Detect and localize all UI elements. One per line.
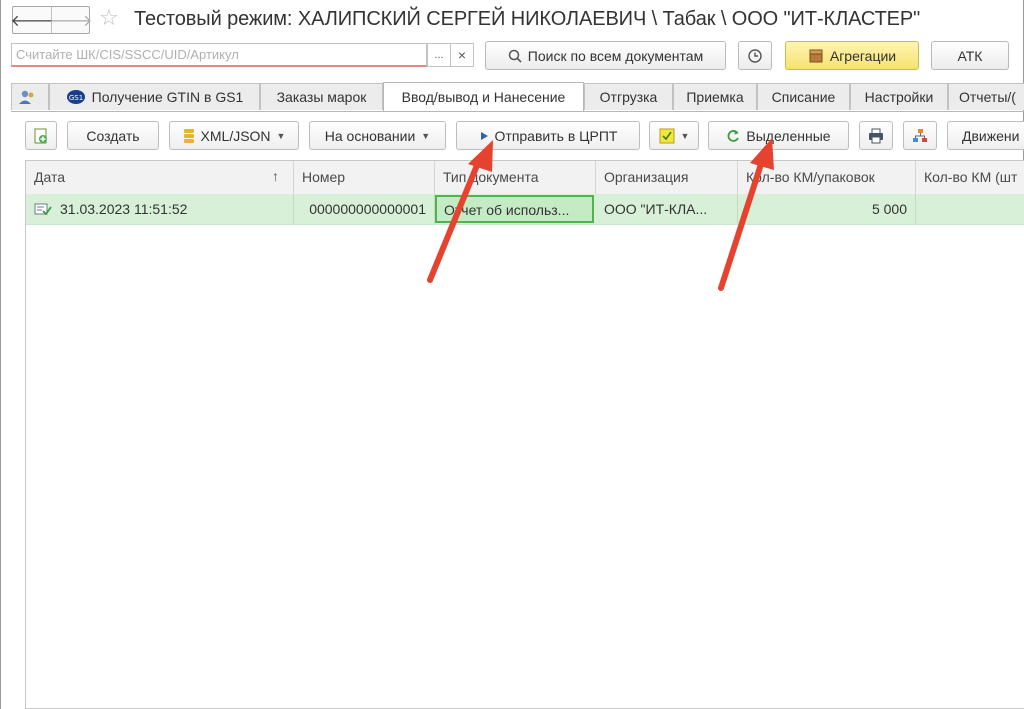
title-bar: 🡐 🡒 ☆ Тестовый режим: ХАЛИПСКИЙ СЕРГЕЙ Н… (1, 0, 1024, 40)
tab-gtin-gs1[interactable]: GS1 Получение GTIN в GS1 (49, 83, 260, 110)
cell-date: 31.03.2023 11:51:52 (26, 194, 294, 224)
column-number-label: Номер (302, 169, 346, 185)
clear-icon: × (457, 47, 467, 63)
send-crpt-label: Отправить в ЦРПТ (494, 127, 618, 144)
movement-label: Движени (962, 127, 1020, 144)
tab-reports-label: Отчеты/( (959, 89, 1016, 105)
search-icon (508, 49, 522, 63)
table-header: Дата ↑ Номер Тип документа Организация К… (26, 161, 1024, 195)
back-button[interactable]: 🡐 (10, 7, 54, 33)
tab-reports[interactable]: Отчеты/( (948, 83, 1024, 110)
chevron-down-icon: ▼ (421, 130, 431, 141)
select-button-label: ... (434, 49, 444, 61)
select-button[interactable]: ... (427, 43, 451, 67)
app-window: 🡐 🡒 ☆ Тестовый режим: ХАЛИПСКИЙ СЕРГЕЙ Н… (0, 0, 1024, 709)
users-icon (19, 90, 34, 104)
favorite-star-icon[interactable]: ☆ (99, 6, 119, 30)
database-icon (183, 128, 194, 143)
selected-label: Выделенные (746, 127, 831, 144)
tab-receiving-label: Приемка (686, 89, 744, 105)
printer-icon (869, 128, 883, 143)
tab-shipment-label: Отгрузка (599, 89, 658, 105)
tab-input-output[interactable]: Ввод/вывод и Нанесение (383, 82, 584, 111)
atk-label: АТК (957, 47, 983, 64)
hierarchy-icon (913, 128, 927, 142)
play-icon (480, 131, 488, 140)
cell-number-value: 000000000000001 (309, 201, 426, 217)
cell-type[interactable]: Отчет об использ... (435, 195, 594, 223)
window-title: Тестовый режим: ХАЛИПСКИЙ СЕРГЕЙ НИКОЛАЕ… (134, 8, 921, 30)
cell-km-packs-value: 5 000 (871, 201, 907, 217)
chevron-down-icon: ▼ (276, 130, 286, 141)
box-icon (809, 49, 823, 62)
aggregation-label: Агрегации (829, 47, 897, 64)
column-type-label: Тип документа (443, 169, 539, 185)
tab-orders[interactable]: Заказы марок (260, 83, 383, 110)
svg-text:GS1: GS1 (68, 94, 82, 102)
documents-table: Дата ↑ Номер Тип документа Организация К… (25, 160, 1024, 709)
history-icon (748, 48, 762, 63)
chevron-down-icon: ▼ (680, 130, 690, 141)
arrow-right-icon: 🡒 (49, 12, 93, 30)
column-header-date[interactable]: Дата ↑ (26, 161, 294, 194)
posted-document-icon (34, 203, 52, 216)
column-header-organization[interactable]: Организация (596, 161, 738, 194)
based-on-button[interactable]: На основании ▼ (309, 121, 446, 150)
scan-input[interactable] (11, 43, 427, 67)
tab-gtin-gs1-label: Получение GTIN в GS1 (91, 89, 244, 105)
tab-orders-label: Заказы марок (276, 89, 367, 105)
tab-users[interactable] (11, 83, 49, 110)
checklist-icon (659, 128, 675, 143)
tab-shipment[interactable]: Отгрузка (584, 83, 673, 110)
sort-ascending-icon: ↑ (272, 168, 279, 184)
cell-organization-value: ООО "ИТ-КЛА... (604, 201, 708, 217)
movement-button[interactable]: Движени (947, 121, 1024, 150)
column-header-type[interactable]: Тип документа (435, 161, 596, 194)
column-date-label: Дата (34, 169, 66, 185)
tab-settings-label: Настройки (864, 89, 934, 105)
arrow-left-icon: 🡐 (10, 12, 54, 30)
tab-input-output-label: Ввод/вывод и Нанесение (401, 89, 566, 105)
send-crpt-button[interactable]: Отправить в ЦРПТ (456, 121, 640, 150)
clear-button[interactable]: × (450, 43, 474, 67)
checklist-button[interactable]: ▼ (649, 121, 699, 150)
cell-organization: ООО "ИТ-КЛА... (596, 194, 738, 224)
based-on-label: На основании (324, 127, 416, 144)
document-add-icon (34, 128, 47, 143)
refresh-icon (727, 129, 740, 142)
forward-button[interactable]: 🡒 (49, 7, 93, 33)
search-all-label: Поиск по всем документам (527, 47, 704, 64)
tab-writeoff[interactable]: Списание (757, 83, 850, 110)
column-header-number[interactable]: Номер (294, 161, 435, 194)
gs1-logo-icon: GS1 (66, 90, 85, 104)
create-label: Создать (86, 127, 140, 144)
atk-button[interactable]: АТК (931, 41, 1009, 70)
table-row[interactable]: 31.03.2023 11:51:52 000000000000001 Отче… (26, 194, 1024, 225)
column-header-km-packs[interactable]: Кол-во КМ/упаковок (738, 161, 916, 194)
cell-number: 000000000000001 (294, 194, 435, 224)
cell-km-packs: 5 000 (738, 194, 916, 224)
column-km-pcs-label: Кол-во КМ (шт (924, 169, 1018, 185)
cell-km-pcs (916, 194, 1024, 224)
xml-json-label: XML/JSON (200, 127, 271, 144)
cell-date-value: 31.03.2023 11:51:52 (60, 201, 188, 217)
search-all-button[interactable]: Поиск по всем документам (485, 41, 726, 70)
aggregation-button[interactable]: Агрегации (785, 41, 919, 70)
cell-type-value: Отчет об использ... (444, 202, 570, 218)
nav-buttons: 🡐 🡒 (10, 6, 93, 34)
tab-writeoff-label: Списание (771, 89, 836, 105)
print-button[interactable] (859, 121, 893, 150)
create-button[interactable]: Создать (67, 121, 159, 150)
column-km-packs-label: Кол-во КМ/упаковок (746, 169, 875, 185)
column-organization-label: Организация (604, 169, 689, 185)
column-header-km-pcs[interactable]: Кол-во КМ (шт (916, 161, 1024, 194)
xml-json-button[interactable]: XML/JSON ▼ (169, 121, 299, 150)
structure-button[interactable] (903, 121, 937, 150)
tab-receiving[interactable]: Приемка (673, 83, 757, 110)
add-document-button[interactable] (25, 121, 57, 150)
history-button[interactable] (738, 41, 772, 70)
tab-bar: GS1 Получение GTIN в GS1 Заказы марок Вв… (11, 82, 1024, 112)
selected-button[interactable]: Выделенные (708, 121, 849, 150)
tab-settings[interactable]: Настройки (850, 83, 948, 110)
